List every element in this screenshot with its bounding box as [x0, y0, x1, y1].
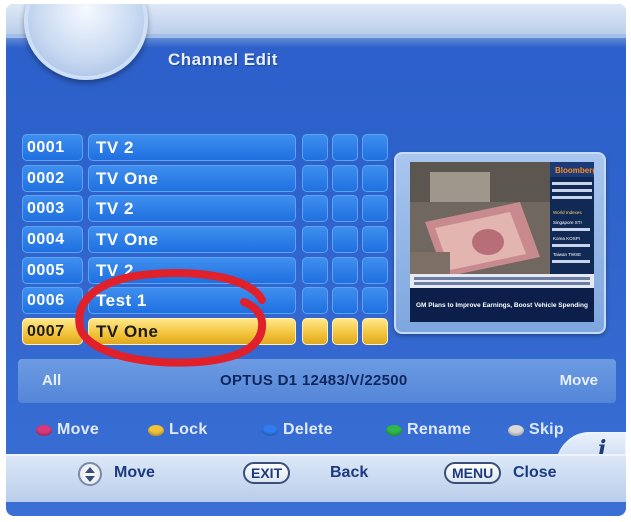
- channel-name: TV 2: [88, 195, 296, 223]
- channel-row[interactable]: 0001 TV 2: [22, 134, 392, 162]
- menu-key[interactable]: MENU: [444, 462, 502, 484]
- skip-flag-cell: [362, 195, 388, 223]
- function-label: Skip: [529, 421, 564, 438]
- function-label: Rename: [407, 421, 472, 438]
- skip-flag-cell: [362, 226, 388, 254]
- skip-flag-cell: [362, 164, 388, 192]
- lock-function[interactable]: Lock: [148, 416, 208, 444]
- market-row: Singapore STI: [553, 220, 582, 225]
- lock-flag-cell: [332, 164, 358, 192]
- lock-flag-cell: [332, 256, 358, 284]
- channel-name: TV 2: [88, 134, 296, 161]
- lock-flag-cell: [332, 287, 358, 315]
- move-flag-cell: [302, 256, 328, 284]
- channel-row[interactable]: 0003 TV 2: [22, 195, 392, 223]
- bloomberg-logo: Bloomberg: [555, 166, 594, 175]
- up-down-arrows-icon: [78, 462, 102, 486]
- rename-function[interactable]: Rename: [386, 416, 471, 444]
- yellow-key-icon: [148, 424, 164, 436]
- move-flag-cell: [302, 226, 328, 254]
- function-label: Move: [57, 421, 100, 438]
- exit-key[interactable]: EXIT: [243, 462, 291, 484]
- channel-row[interactable]: 0006 Test 1: [22, 287, 392, 315]
- channel-row[interactable]: 0005 TV 2: [22, 256, 392, 285]
- news-ticker: GM Plans to Improve Earnings, Boost Vehi…: [416, 302, 588, 309]
- channel-edit-screen: Channel Edit 0001 TV 2 0002 TV One 0003 …: [6, 4, 626, 516]
- skip-function[interactable]: Skip: [508, 416, 564, 444]
- channel-number: 0001: [22, 134, 83, 161]
- channel-number: 0002: [22, 164, 83, 192]
- video-frame: Bloomberg World Indexes Singapore STI Ko…: [410, 162, 594, 322]
- function-label: Lock: [169, 421, 208, 438]
- function-key-row: Move Lock Delete Rename Skip: [26, 416, 616, 444]
- channel-number: 0005: [22, 256, 83, 284]
- preview-video: Bloomberg World Indexes Singapore STI Ko…: [410, 162, 594, 322]
- market-row: Taiwan TWSE: [553, 252, 581, 257]
- channel-number: 0003: [22, 195, 83, 223]
- move-flag-cell: [302, 164, 328, 192]
- channel-number: 0006: [22, 287, 83, 315]
- green-key-icon: [386, 424, 402, 436]
- skip-flag-cell: [362, 318, 388, 346]
- channel-name: Test 1: [88, 287, 296, 315]
- channel-name: TV One: [88, 164, 296, 192]
- lock-flag-cell: [332, 226, 358, 254]
- preview-panel: Bloomberg World Indexes Singapore STI Ko…: [394, 152, 606, 334]
- group-label[interactable]: All: [42, 372, 61, 389]
- move-hint: Move: [114, 464, 155, 481]
- skip-flag-cell: [362, 287, 388, 315]
- move-flag-cell: [302, 318, 328, 346]
- channel-name: TV 2: [88, 256, 296, 284]
- white-key-icon: [508, 424, 524, 436]
- move-flag-cell: [302, 195, 328, 223]
- blue-key-icon: [262, 424, 278, 436]
- close-hint: Close: [513, 464, 557, 481]
- page-title: Channel Edit: [168, 50, 278, 69]
- channel-row-selected[interactable]: 0007 TV One: [22, 318, 392, 346]
- back-hint: Back: [330, 464, 369, 481]
- channel-list: 0001 TV 2 0002 TV One 0003 TV 2 0004 TV …: [22, 134, 392, 349]
- red-key-icon: [36, 424, 52, 436]
- info-bar: All OPTUS D1 12483/V/22500 Move: [18, 359, 616, 403]
- skip-flag-cell: [362, 134, 388, 161]
- move-flag-cell: [302, 134, 328, 161]
- lock-flag-cell: [332, 195, 358, 223]
- move-function[interactable]: Move: [36, 416, 99, 444]
- function-label: Delete: [283, 421, 333, 438]
- mode-label: Move: [559, 372, 598, 389]
- channel-name: TV One: [88, 226, 296, 254]
- satellite-info: OPTUS D1 12483/V/22500: [220, 372, 408, 389]
- move-flag-cell: [302, 287, 328, 315]
- channel-number: 0007: [22, 318, 83, 346]
- lock-flag-cell: [332, 134, 358, 161]
- channel-row[interactable]: 0002 TV One: [22, 164, 392, 193]
- delete-function[interactable]: Delete: [262, 416, 333, 444]
- channel-number: 0004: [22, 226, 83, 254]
- skip-flag-cell: [362, 256, 388, 284]
- channel-row[interactable]: 0004 TV One: [22, 226, 392, 254]
- lock-flag-cell: [332, 318, 358, 346]
- market-header: World Indexes: [553, 210, 582, 215]
- corner-emblem: [24, 4, 148, 80]
- market-row: Korea KOSPI: [553, 236, 580, 241]
- channel-name: TV One: [88, 318, 296, 346]
